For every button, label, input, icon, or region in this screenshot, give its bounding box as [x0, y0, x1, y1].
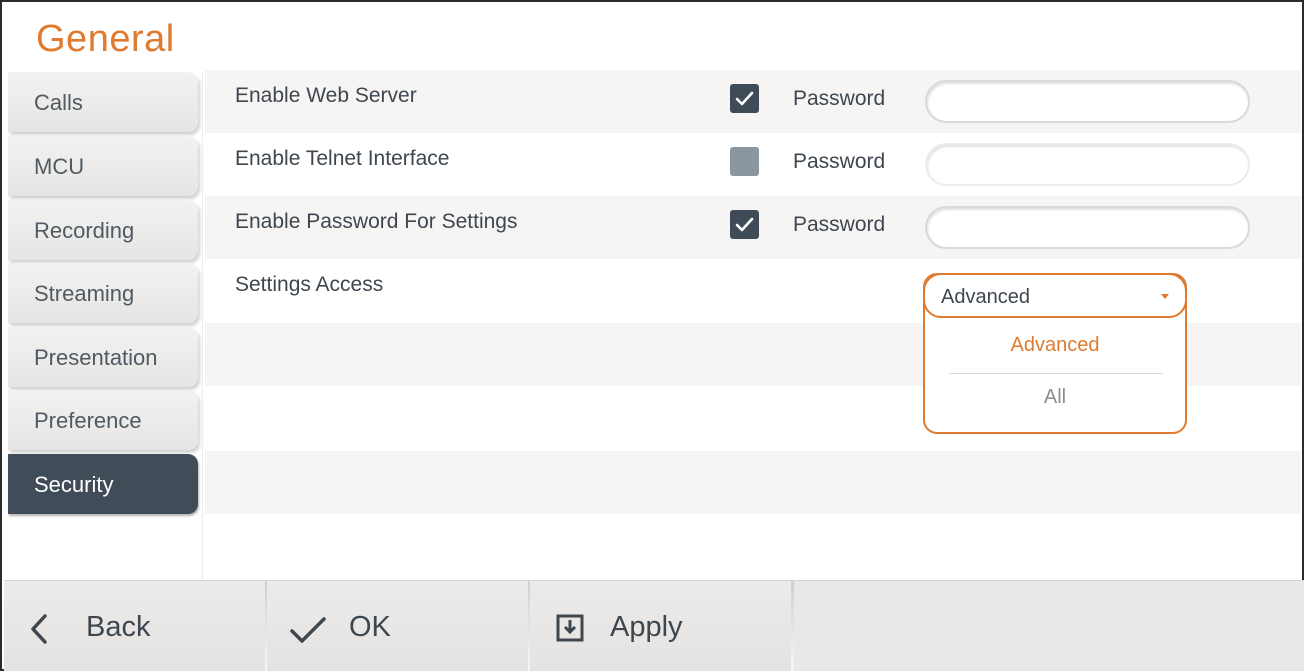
- ok-button-label: OK: [349, 611, 391, 643]
- settings-password-field[interactable]: [925, 206, 1250, 249]
- chevron-left-icon: [31, 614, 47, 644]
- sidebar-item-security[interactable]: Security: [8, 454, 198, 514]
- save-download-icon: [556, 614, 584, 642]
- dropdown-option-advanced[interactable]: Advanced: [925, 334, 1185, 357]
- settings-access-dropdown[interactable]: Advanced Advanced All: [923, 273, 1187, 434]
- sidebar-item-recording[interactable]: Recording: [8, 200, 198, 260]
- settings-password-field-label: Password: [793, 213, 886, 236]
- app-window: General Calls MCU Recording Streaming Pr…: [0, 0, 1304, 671]
- checkmark-icon: [735, 91, 754, 106]
- telnet-checkbox[interactable]: [730, 147, 759, 176]
- telnet-password-label: Password: [793, 150, 886, 173]
- footer-separator: [791, 581, 794, 671]
- settings-access-label: Settings Access: [235, 273, 384, 296]
- checkmark-icon: [735, 217, 754, 232]
- sidebar-item-label: Streaming: [34, 281, 135, 306]
- checkmark-icon: [290, 617, 326, 643]
- settings-access-select[interactable]: Advanced: [923, 273, 1187, 318]
- dropdown-divider: [949, 373, 1163, 374]
- sidebar-item-label: Preference: [34, 408, 142, 433]
- setting-row-telnet: Enable Telnet Interface Password: [205, 133, 1301, 196]
- back-button-label: Back: [86, 611, 151, 643]
- dropdown-option-all[interactable]: All: [925, 386, 1185, 409]
- sidebar-item-preference[interactable]: Preference: [8, 390, 198, 450]
- telnet-password-field[interactable]: [925, 143, 1250, 186]
- sidebar-item-label: Presentation: [34, 345, 158, 370]
- page-title: General: [36, 18, 175, 60]
- setting-row-web-server: Enable Web Server Password: [205, 70, 1301, 133]
- sidebar-item-calls[interactable]: Calls: [8, 72, 198, 132]
- sidebar-item-presentation[interactable]: Presentation: [8, 327, 198, 387]
- web-server-password-field[interactable]: [925, 80, 1250, 123]
- apply-button-label: Apply: [610, 611, 683, 643]
- caret-down-icon: [1161, 294, 1169, 299]
- footer-toolbar: Back OK Apply: [4, 580, 1304, 671]
- sidebar-item-streaming[interactable]: Streaming: [8, 263, 198, 323]
- web-server-label: Enable Web Server: [235, 84, 417, 107]
- sidebar-item-label: Recording: [34, 218, 135, 243]
- sidebar-item-label: Calls: [34, 90, 83, 115]
- apply-button[interactable]: Apply: [530, 581, 791, 671]
- sidebar-item-label: Security: [34, 472, 114, 497]
- back-button[interactable]: Back: [4, 581, 265, 671]
- web-server-checkbox[interactable]: [730, 84, 759, 113]
- ok-button[interactable]: OK: [267, 581, 528, 671]
- setting-row-settings-password: Enable Password For Settings Password: [205, 196, 1301, 259]
- settings-access-value: Advanced: [941, 286, 1030, 308]
- telnet-label: Enable Telnet Interface: [235, 147, 450, 170]
- sidebar-divider: [202, 72, 203, 580]
- web-server-password-label: Password: [793, 87, 886, 110]
- settings-password-label: Enable Password For Settings: [235, 210, 518, 233]
- sidebar-item-mcu[interactable]: MCU: [8, 136, 198, 196]
- empty-row: [205, 451, 1301, 514]
- sidebar-item-label: MCU: [34, 154, 85, 179]
- settings-password-checkbox[interactable]: [730, 210, 759, 239]
